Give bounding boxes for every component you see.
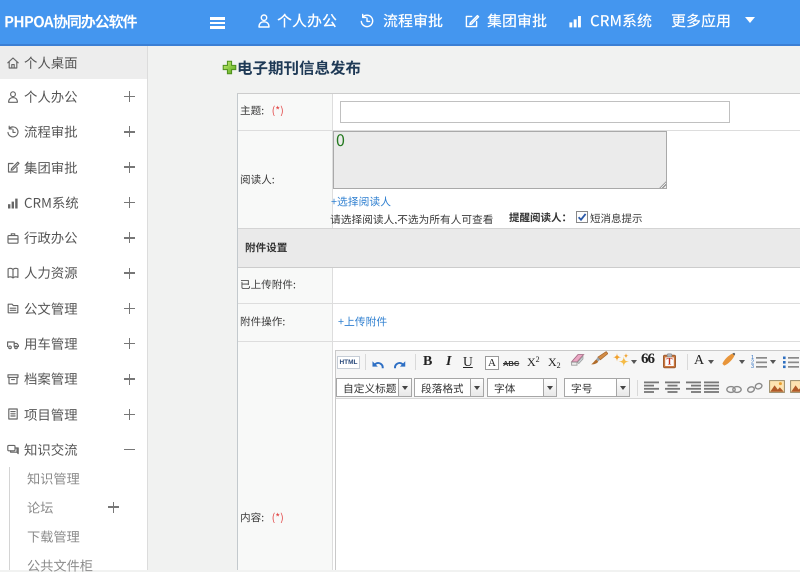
svg-text:3: 3 <box>751 364 754 369</box>
svg-text:T: T <box>666 357 672 367</box>
